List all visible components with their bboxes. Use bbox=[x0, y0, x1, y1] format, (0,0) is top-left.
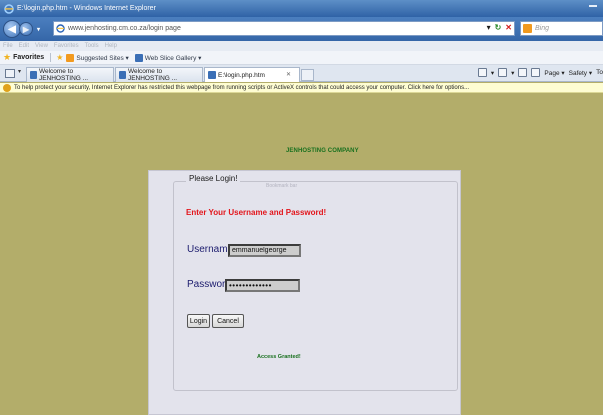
login-instruction: Enter Your Username and Password! bbox=[186, 208, 327, 217]
web-slice-gallery-link[interactable]: Web Slice Gallery ▾ bbox=[134, 53, 202, 62]
menu-bar: File Edit View Favorites Tools Help bbox=[0, 41, 603, 51]
favorites-separator bbox=[50, 53, 52, 62]
stop-icon[interactable]: ✕ bbox=[505, 23, 512, 32]
home-dropdown-icon[interactable]: ▾ bbox=[491, 69, 494, 77]
feeds-icon[interactable] bbox=[498, 68, 508, 77]
favorites-bar: ★ Favorites ★ Suggested Sites ▾ Web Slic… bbox=[0, 51, 603, 65]
print-icon[interactable] bbox=[531, 68, 541, 77]
address-row: ◀ ▶ ▾ www.jenhosting.cm.co.za/login page… bbox=[0, 17, 603, 41]
page-icon bbox=[56, 24, 65, 33]
information-bar-text[interactable]: To help protect your security, Internet … bbox=[14, 85, 469, 91]
web-slice-gallery-label: Web Slice Gallery ▾ bbox=[144, 54, 202, 62]
quick-tabs-icon[interactable] bbox=[5, 69, 15, 78]
address-bar[interactable]: www.jenhosting.cm.co.za/login page ▾ ↻ ✕ bbox=[53, 21, 515, 36]
web-slice-icon bbox=[134, 53, 143, 62]
history-dropdown-button[interactable]: ▾ bbox=[34, 22, 43, 36]
address-tools: ▾ ↻ ✕ bbox=[487, 23, 512, 32]
window-titlebar: E:\login.php.htm - Windows Internet Expl… bbox=[0, 0, 603, 17]
feeds-dropdown-icon[interactable]: ▾ bbox=[511, 69, 514, 77]
new-tab-button[interactable] bbox=[301, 69, 314, 81]
tab-label: Welcome to JENHOSTING ... bbox=[38, 68, 89, 82]
forward-button[interactable]: ▶ bbox=[19, 22, 33, 36]
login-legend: Please Login! bbox=[186, 174, 241, 183]
bing-icon bbox=[523, 24, 532, 33]
forward-arrow-icon: ▶ bbox=[22, 24, 30, 34]
page-menu[interactable]: Page ▾ bbox=[544, 69, 564, 77]
search-placeholder[interactable]: Bing bbox=[535, 25, 549, 32]
minimize-button[interactable] bbox=[589, 5, 597, 7]
search-box[interactable]: Bing bbox=[520, 21, 603, 36]
tab-welcome-2[interactable]: Welcome to JENHOSTING ... bbox=[115, 67, 203, 82]
tab-welcome-1[interactable]: Welcome to JENHOSTING ... bbox=[26, 67, 114, 82]
refresh-icon[interactable]: ↻ bbox=[495, 23, 502, 32]
login-button[interactable]: Login bbox=[187, 314, 210, 328]
back-arrow-icon: ◀ bbox=[8, 23, 16, 35]
mail-icon[interactable] bbox=[518, 68, 528, 77]
favorites-star-icon[interactable]: ★ bbox=[3, 52, 11, 63]
access-status-message: Access Granted! bbox=[257, 354, 301, 360]
information-bar[interactable]: To help protect your security, Internet … bbox=[0, 83, 603, 93]
menu-favorites[interactable]: Favorites bbox=[54, 43, 79, 49]
favorites-button[interactable]: Favorites bbox=[13, 54, 44, 61]
tab-page-icon bbox=[30, 71, 37, 79]
menu-edit[interactable]: Edit bbox=[19, 43, 29, 49]
safety-menu[interactable]: Safety ▾ bbox=[569, 69, 593, 77]
tab-label: E:\login.php.htm bbox=[218, 71, 265, 79]
tab-page-icon bbox=[119, 71, 126, 79]
menu-view[interactable]: View bbox=[35, 43, 48, 49]
tab-close-icon[interactable]: ✕ bbox=[286, 71, 291, 78]
suggested-sites-link[interactable]: Suggested Sites ▾ bbox=[66, 53, 129, 62]
username-input[interactable] bbox=[228, 244, 301, 257]
suggested-sites-icon bbox=[66, 53, 75, 62]
security-shield-icon bbox=[3, 83, 11, 92]
tab-bar: ▾ Welcome to JENHOSTING ... Welcome to J… bbox=[0, 65, 603, 82]
add-favorite-icon[interactable]: ★ bbox=[56, 53, 63, 62]
command-bar: ▾ ▾ Page ▾ Safety ▾ To bbox=[477, 68, 603, 77]
company-name: JENHOSTING COMPANY bbox=[286, 148, 359, 154]
tab-list-dropdown-icon[interactable]: ▾ bbox=[18, 68, 21, 75]
password-input[interactable] bbox=[225, 279, 300, 292]
menu-tools[interactable]: Tools bbox=[85, 43, 99, 49]
menu-file[interactable]: File bbox=[3, 43, 13, 49]
page-content: JENHOSTING COMPANY Please Login! Bookmar… bbox=[0, 94, 603, 415]
suggested-sites-label: Suggested Sites ▾ bbox=[76, 54, 129, 62]
tools-menu[interactable]: To bbox=[596, 69, 603, 76]
ie-logo-icon bbox=[4, 3, 14, 14]
cancel-button[interactable]: Cancel bbox=[212, 314, 244, 328]
home-icon[interactable] bbox=[477, 68, 487, 77]
tab-page-icon bbox=[208, 71, 216, 79]
window-title: E:\login.php.htm - Windows Internet Expl… bbox=[17, 5, 156, 12]
tab-label: Welcome to JENHOSTING ... bbox=[127, 68, 178, 82]
tab-login-page[interactable]: E:\login.php.htm ✕ bbox=[204, 67, 300, 82]
address-url[interactable]: www.jenhosting.cm.co.za/login page bbox=[68, 25, 181, 32]
menu-help[interactable]: Help bbox=[105, 43, 117, 49]
ghost-text: Bookmark bar bbox=[266, 183, 298, 189]
address-dropdown-icon[interactable]: ▾ bbox=[487, 23, 491, 32]
